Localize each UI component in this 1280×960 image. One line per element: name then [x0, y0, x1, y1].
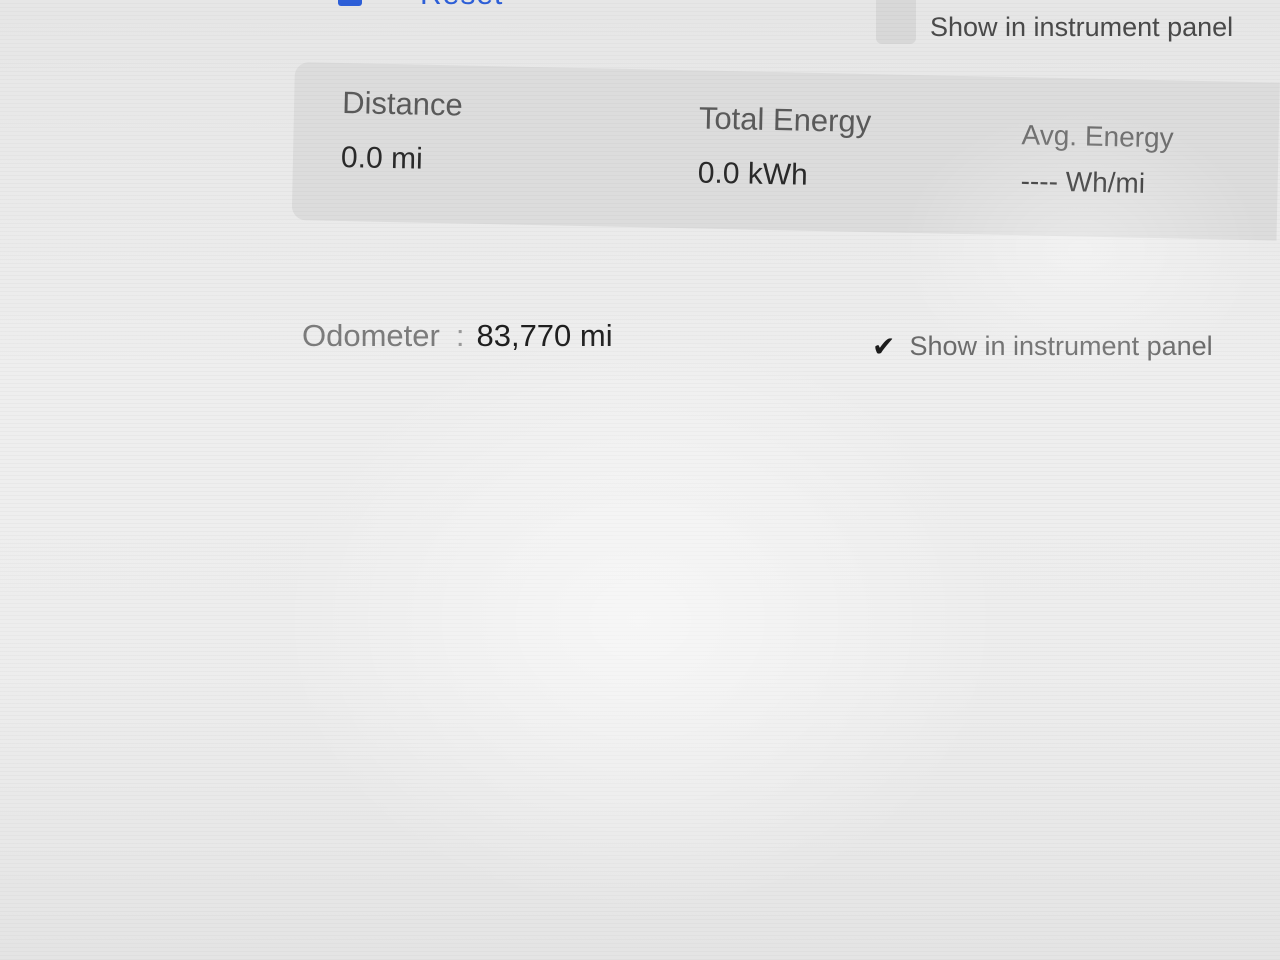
stat-total-energy: Total Energy 0.0 kWh — [697, 100, 871, 194]
distance-label: Distance — [341, 85, 464, 123]
trip-header-row: Reset Show in instrument panel — [0, 0, 1280, 44]
odometer-row: Odometer:83,770 mi — [302, 318, 613, 354]
distance-value: 0.0 mi — [340, 140, 424, 176]
odometer-separator: : — [455, 318, 465, 353]
stat-distance: Distance 0.0 mi — [341, 85, 463, 178]
stat-avg-energy: Avg. Energy ---- Wh/mi — [1020, 119, 1174, 200]
odometer-label: Odometer — [302, 318, 440, 353]
trip-stats-panel: Distance 0.0 mi Total Energy 0.0 kWh Avg… — [291, 62, 1280, 241]
reset-button[interactable]: Reset — [420, 0, 503, 12]
show-in-panel-label[interactable]: Show in instrument panel — [930, 12, 1233, 43]
odometer-value: 83,770 mi — [476, 318, 613, 353]
total-energy-label: Total Energy — [698, 100, 872, 140]
show-in-panel-checkbox[interactable] — [876, 0, 916, 44]
odometer-show-in-panel-label[interactable]: Show in instrument panel — [909, 331, 1212, 361]
avg-energy-value: ---- Wh/mi — [1020, 165, 1146, 199]
reset-icon[interactable] — [338, 0, 362, 6]
odometer-show-in-panel-toggle[interactable]: ✔ Show in instrument panel — [872, 330, 1213, 363]
checkmark-icon[interactable]: ✔ — [872, 330, 895, 363]
total-energy-value: 0.0 kWh — [697, 156, 809, 192]
avg-energy-label: Avg. Energy — [1021, 119, 1174, 154]
